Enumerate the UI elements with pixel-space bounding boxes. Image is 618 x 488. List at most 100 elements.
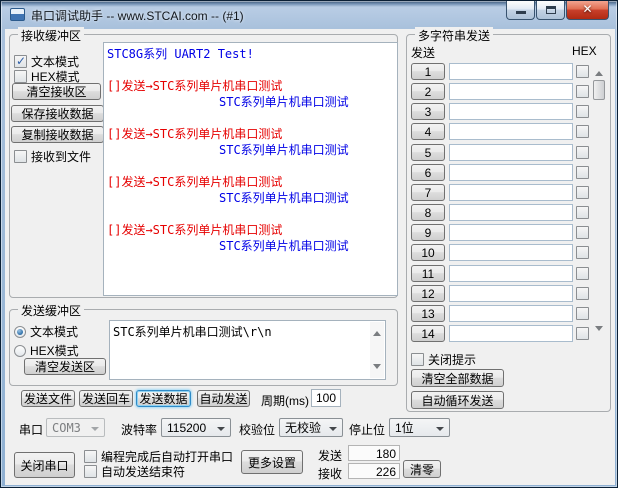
multi-send-button-3[interactable]: 3: [411, 103, 445, 120]
multi-send-button-5[interactable]: 5: [411, 144, 445, 161]
close-port-button[interactable]: 关闭串口: [14, 452, 75, 478]
baud-label: 波特率: [121, 423, 158, 437]
minimize-button[interactable]: [506, 1, 535, 20]
multi-send-hex-checkbox-11[interactable]: [576, 267, 589, 280]
multi-send-input-14[interactable]: [449, 325, 573, 342]
titlebar[interactable]: 串口调试助手 -- www.STCAI.com -- (#1) ✕: [1, 1, 617, 29]
multi-send-button-6[interactable]: 6: [411, 164, 445, 181]
multi-send-input-9[interactable]: [449, 224, 573, 241]
receive-textarea[interactable]: STC8G系列 UART2 Test! []发送→STC系列单片机串口测试 STC系…: [103, 42, 398, 296]
chevron-down-icon: [91, 427, 99, 435]
send-file-button[interactable]: 发送文件: [21, 390, 75, 407]
maximize-icon: [546, 6, 556, 14]
scroll-down-icon[interactable]: [595, 326, 603, 335]
multi-send-button-11[interactable]: 11: [411, 265, 445, 282]
scrollbar-thumb[interactable]: [593, 80, 605, 100]
multi-send-hex-checkbox-13[interactable]: [576, 307, 589, 320]
save-receive-button[interactable]: 保存接收数据: [11, 105, 104, 122]
stopbit-label: 停止位: [349, 423, 386, 437]
send-enter-button[interactable]: 发送回车: [79, 390, 133, 407]
scroll-up-icon[interactable]: [373, 327, 381, 336]
multi-send-group: 多字符串发送 发送 HEX 1 2 3 4 5 6 7 8 9 10 11 12 13 14 关闭提示 清…: [406, 27, 611, 412]
multi-send-input-8[interactable]: [449, 204, 573, 221]
multi-send-input-5[interactable]: [449, 144, 573, 161]
receive-line: []发送→STC系列单片机串口测试: [107, 127, 283, 141]
clear-counters-button[interactable]: 清零: [403, 460, 441, 478]
close-tip-checkbox[interactable]: 关闭提示: [411, 351, 476, 368]
stopbit-select[interactable]: 1位: [389, 418, 450, 437]
multi-send-button-9[interactable]: 9: [411, 224, 445, 241]
parity-select[interactable]: 无校验: [279, 418, 343, 437]
copy-receive-button[interactable]: 复制接收数据: [11, 126, 104, 143]
multi-send-button-12[interactable]: 12: [411, 285, 445, 302]
multi-send-hex-checkbox-10[interactable]: [576, 246, 589, 259]
period-input[interactable]: [311, 389, 341, 407]
send-hex-mode-label: HEX模式: [30, 344, 79, 358]
multi-send-input-1[interactable]: [449, 63, 573, 80]
multi-send-hex-checkbox-3[interactable]: [576, 105, 589, 118]
multi-send-input-4[interactable]: [449, 123, 573, 140]
minimize-icon: [516, 11, 526, 14]
multi-send-input-7[interactable]: [449, 184, 573, 201]
multi-send-input-2[interactable]: [449, 83, 573, 100]
multi-send-hex-checkbox-9[interactable]: [576, 226, 589, 239]
more-settings-button[interactable]: 更多设置: [241, 450, 303, 474]
send-textarea[interactable]: STC系列单片机串口测试\r\n: [109, 320, 386, 380]
scroll-down-icon[interactable]: [373, 364, 381, 373]
multi-send-hex-checkbox-1[interactable]: [576, 65, 589, 78]
auto-send-button[interactable]: 自动发送: [197, 390, 250, 407]
baud-value: 115200: [167, 420, 207, 435]
auto-cycle-send-button[interactable]: 自动循环发送: [411, 391, 504, 409]
multi-send-input-10[interactable]: [449, 244, 573, 261]
multi-send-hex-checkbox-7[interactable]: [576, 186, 589, 199]
close-button[interactable]: ✕: [566, 1, 609, 20]
receive-line: [107, 206, 397, 222]
multi-send-input-11[interactable]: [449, 265, 573, 282]
scroll-up-icon[interactable]: [595, 67, 603, 76]
multi-send-button-4[interactable]: 4: [411, 123, 445, 140]
multi-send-button-7[interactable]: 7: [411, 184, 445, 201]
receive-to-file-checkbox[interactable]: 接收到文件: [14, 148, 91, 165]
multi-send-button-2[interactable]: 2: [411, 83, 445, 100]
multi-send-hex-checkbox-14[interactable]: [576, 327, 589, 340]
app-window: 串口调试助手 -- www.STCAI.com -- (#1) ✕ 接收缓冲区 …: [0, 0, 618, 488]
multi-send-input-12[interactable]: [449, 285, 573, 302]
send-text-mode-label: 文本模式: [30, 325, 79, 339]
send-data-button[interactable]: 发送数据: [136, 390, 191, 407]
receive-line: STC系列单片机串口测试: [219, 191, 349, 205]
multi-send-hex-checkbox-5[interactable]: [576, 146, 589, 159]
multi-send-button-14[interactable]: 14: [411, 325, 445, 342]
clear-all-data-button[interactable]: 清空全部数据: [411, 369, 504, 387]
checkbox-icon: [84, 465, 97, 478]
multi-send-button-1[interactable]: 1: [411, 63, 445, 80]
tx-count-label: 发送: [318, 449, 343, 463]
receive-line: [107, 62, 397, 78]
multi-send-scrollbar[interactable]: [592, 63, 606, 339]
clear-send-button[interactable]: 清空发送区: [24, 358, 106, 375]
multi-send-button-10[interactable]: 10: [411, 244, 445, 261]
auto-terminator-checkbox[interactable]: 自动发送结束符: [84, 463, 185, 480]
multi-send-input-13[interactable]: [449, 305, 573, 322]
clear-receive-button[interactable]: 清空接收区: [12, 83, 101, 100]
baud-select[interactable]: 115200: [161, 418, 231, 437]
send-text-mode-radio[interactable]: 文本模式: [14, 323, 78, 340]
send-scrollbar[interactable]: [370, 322, 384, 378]
port-select[interactable]: COM3: [46, 418, 105, 437]
receive-group-title: 接收缓冲区: [18, 27, 85, 44]
multi-send-hex-checkbox-12[interactable]: [576, 287, 589, 300]
radio-icon: [14, 344, 26, 357]
checkbox-icon: [14, 150, 27, 163]
send-hex-mode-radio[interactable]: HEX模式: [14, 342, 79, 359]
multi-send-input-3[interactable]: [449, 103, 573, 120]
multi-send-button-8[interactable]: 8: [411, 204, 445, 221]
multi-send-button-13[interactable]: 13: [411, 305, 445, 322]
multi-send-hex-checkbox-8[interactable]: [576, 206, 589, 219]
multi-send-hex-checkbox-4[interactable]: [576, 125, 589, 138]
receive-line: []发送→STC系列单片机串口测试: [107, 175, 283, 189]
period-label: 周期(ms): [261, 394, 309, 408]
maximize-button[interactable]: [536, 1, 565, 20]
multi-send-input-6[interactable]: [449, 164, 573, 181]
multi-send-hex-checkbox-2[interactable]: [576, 85, 589, 98]
multi-send-hex-checkbox-6[interactable]: [576, 166, 589, 179]
checkbox-icon: [411, 353, 424, 366]
